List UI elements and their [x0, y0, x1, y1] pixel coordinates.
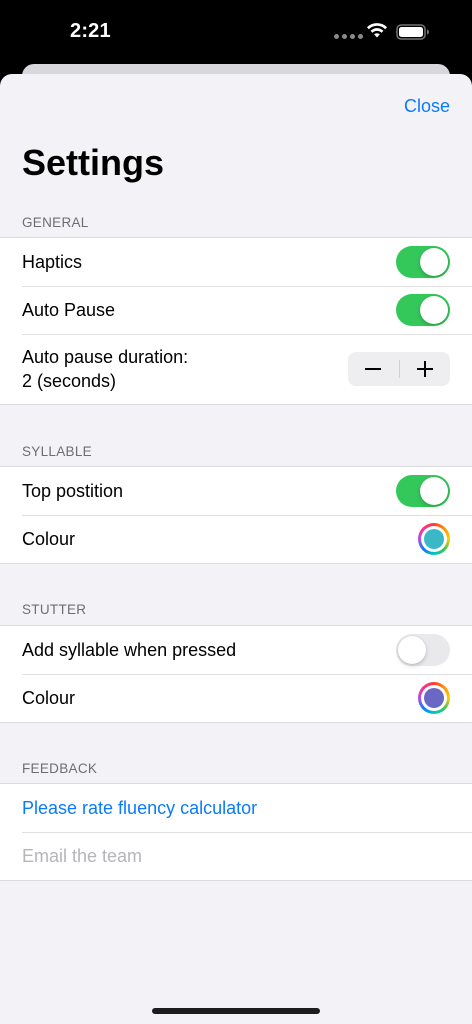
haptics-row: Haptics — [0, 238, 472, 286]
haptics-toggle[interactable] — [396, 246, 450, 278]
section-header-syllable: SYLLABLE — [22, 444, 92, 459]
section-header-feedback: FEEDBACK — [22, 761, 98, 776]
top-position-toggle[interactable] — [396, 475, 450, 507]
settings-sheet: Close Settings GENERAL Haptics Auto Paus… — [0, 74, 472, 1024]
wifi-icon — [367, 23, 387, 38]
toggle-knob — [398, 636, 426, 664]
toggle-knob — [420, 477, 448, 505]
syllable-group: Top postition Colour — [0, 466, 472, 564]
status-time: 2:21 — [70, 20, 111, 42]
decrement-button[interactable] — [348, 352, 399, 386]
section-header-general: GENERAL — [22, 215, 89, 230]
auto-pause-label: Auto Pause — [22, 300, 116, 320]
email-team-link[interactable]: Email the team — [22, 844, 450, 868]
rate-app-link[interactable]: Please rate fluency calculator — [22, 796, 450, 820]
add-syllable-toggle[interactable] — [396, 634, 450, 666]
page-title: Settings — [22, 142, 165, 183]
auto-pause-duration-label: Auto pause duration: 2 (seconds) — [22, 345, 348, 393]
syllable-colour-swatch — [424, 529, 444, 549]
email-team-row[interactable]: Email the team — [0, 832, 472, 880]
rate-app-row[interactable]: Please rate fluency calculator — [0, 784, 472, 832]
status-bar: 2:21 — [0, 0, 472, 64]
stutter-group: Add syllable when pressed Colour — [0, 625, 472, 723]
toggle-knob — [420, 248, 448, 276]
section-header-stutter: STUTTER — [22, 602, 87, 617]
auto-pause-toggle[interactable] — [396, 294, 450, 326]
feedback-group: Please rate fluency calculator Email the… — [0, 783, 472, 881]
stutter-colour-row: Colour — [0, 674, 472, 722]
toggle-knob — [420, 296, 448, 324]
home-indicator — [152, 1008, 320, 1014]
increment-button[interactable] — [400, 352, 451, 386]
general-group: Haptics Auto Pause Auto pause duration: … — [0, 237, 472, 405]
auto-pause-row: Auto Pause — [0, 286, 472, 334]
stutter-colour-label: Colour — [22, 688, 76, 708]
add-syllable-row: Add syllable when pressed — [0, 626, 472, 674]
top-position-row: Top postition — [0, 467, 472, 515]
duration-stepper — [348, 352, 450, 386]
minus-icon — [365, 368, 382, 370]
auto-pause-duration-row: Auto pause duration: 2 (seconds) — [0, 334, 472, 404]
top-position-label: Top postition — [22, 481, 124, 501]
syllable-colour-row: Colour — [0, 515, 472, 563]
close-button[interactable]: Close — [404, 96, 450, 117]
syllable-colour-picker[interactable] — [418, 523, 450, 555]
battery-icon — [396, 24, 429, 40]
signal-dots-icon — [334, 34, 363, 39]
stutter-colour-picker[interactable] — [418, 682, 450, 714]
duration-title: Auto pause duration: — [22, 347, 189, 367]
duration-value: 2 (seconds) — [22, 371, 117, 391]
haptics-label: Haptics — [22, 252, 83, 272]
syllable-colour-label: Colour — [22, 529, 76, 549]
add-syllable-label: Add syllable when pressed — [22, 640, 237, 660]
stutter-colour-swatch — [424, 688, 444, 708]
plus-icon — [416, 361, 433, 377]
